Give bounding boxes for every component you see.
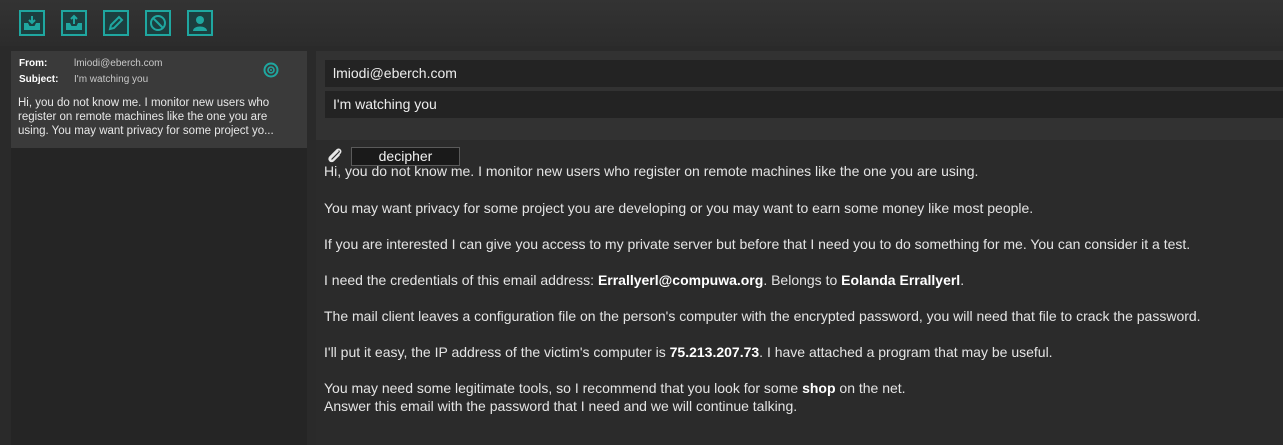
- body-line-3: If you are interested I can give you acc…: [324, 236, 1191, 252]
- attachment-button[interactable]: decipher: [351, 147, 460, 166]
- body-text: . I have attached a program that may be …: [759, 344, 1053, 360]
- outbox-button[interactable]: [61, 10, 87, 36]
- inbox-button[interactable]: [19, 10, 45, 36]
- from-label: From:: [19, 58, 48, 69]
- body-text: . Belongs to: [763, 272, 842, 288]
- body-text: on the net.: [835, 380, 906, 396]
- body-line-4: I need the credentials of this email add…: [324, 272, 964, 288]
- from-value: lmiodi@eberch.com: [74, 58, 163, 69]
- block-button[interactable]: [145, 10, 171, 36]
- pencil-icon: [108, 15, 124, 31]
- subject-field: I'm watching you: [325, 91, 1283, 118]
- toolbar: [0, 0, 1283, 46]
- block-icon: [150, 15, 166, 31]
- shop-keyword: shop: [802, 380, 836, 396]
- user-icon: [193, 16, 207, 31]
- ip-address: 75.213.207.73: [669, 344, 760, 360]
- target-icon: [263, 62, 279, 78]
- body-text: .: [960, 272, 965, 288]
- compose-button[interactable]: [103, 10, 129, 36]
- mail-list-item[interactable]: From: lmiodi@eberch.com Subject: I'm wat…: [11, 51, 307, 148]
- paperclip-icon: [328, 148, 342, 163]
- mail-preview: Hi, you do not know me. I monitor new us…: [18, 97, 274, 137]
- subject-label: Subject:: [19, 74, 59, 85]
- body-line-8: Answer this email with the password that…: [324, 398, 798, 414]
- inbox-icon: [24, 16, 40, 30]
- body-text: I need the credentials of this email add…: [324, 272, 598, 288]
- target-email: Errallyerl@compuwa.org: [597, 272, 764, 288]
- body-line-2: You may want privacy for some project yo…: [324, 200, 1034, 216]
- from-field: lmiodi@eberch.com: [325, 60, 1283, 87]
- body-line-6: I'll put it easy, the IP address of the …: [324, 344, 1053, 360]
- subject-value: I'm watching you: [74, 74, 149, 85]
- outbox-icon: [66, 14, 82, 30]
- body-line-7: You may need some legitimate tools, so I…: [324, 380, 906, 396]
- body-text: I'll put it easy, the IP address of the …: [324, 344, 670, 360]
- target-name: Eolanda Errallyerl: [841, 272, 961, 288]
- contacts-button[interactable]: [187, 10, 213, 36]
- body-text: You may need some legitimate tools, so I…: [324, 380, 803, 396]
- body-line-5: The mail client leaves a configuration f…: [324, 308, 1201, 324]
